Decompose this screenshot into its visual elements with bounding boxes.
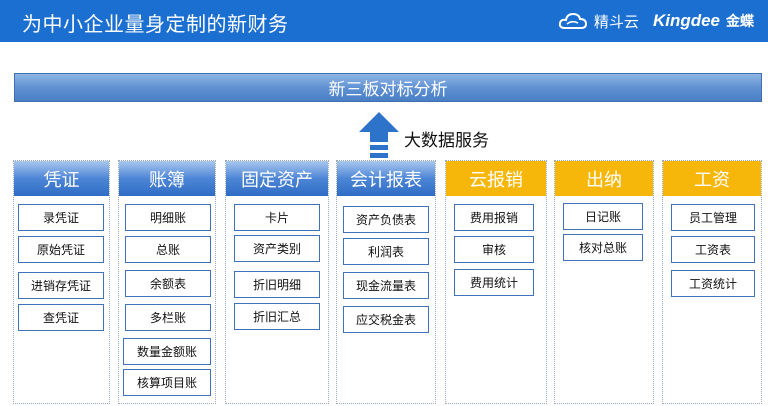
column-header: 会计报表 — [337, 161, 435, 196]
module-item[interactable]: 折旧汇总 — [234, 303, 320, 330]
module-item[interactable]: 总账 — [125, 236, 211, 263]
column-header: 云报销 — [446, 161, 546, 196]
module-item[interactable]: 应交税金表 — [343, 306, 429, 333]
column-header: 工资 — [663, 161, 761, 196]
module-item[interactable]: 工资表 — [671, 236, 755, 263]
module-item[interactable]: 工资统计 — [671, 270, 755, 297]
column-voucher: 凭证 录凭证 原始凭证 进销存凭证 查凭证 — [13, 160, 110, 404]
column-cashier: 出纳 日记账 核对总账 — [554, 160, 654, 404]
column-cloud-expense: 云报销 费用报销 审核 费用统计 — [445, 160, 547, 404]
module-item[interactable]: 核对总账 — [563, 234, 643, 261]
kingdee-cn-logo-text: 金蝶 — [726, 14, 754, 30]
module-item[interactable]: 费用报销 — [454, 204, 534, 231]
analysis-banner: 新三板对标分析 — [14, 73, 762, 102]
module-item[interactable]: 数量金额账 — [123, 338, 211, 365]
column-header: 固定资产 — [226, 161, 328, 196]
module-item[interactable]: 卡片 — [234, 204, 320, 231]
product-logo-text: 精斗云 — [593, 12, 639, 31]
module-item[interactable]: 多栏账 — [125, 304, 211, 331]
column-accounting-reports: 会计报表 资产负债表 利润表 现金流量表 应交税金表 — [336, 160, 436, 404]
module-item[interactable]: 资产负债表 — [343, 206, 429, 233]
module-item[interactable]: 费用统计 — [454, 269, 534, 296]
cloud-icon — [558, 12, 587, 29]
module-item[interactable]: 明细账 — [125, 204, 211, 231]
column-payroll: 工资 员工管理 工资表 工资统计 — [662, 160, 762, 404]
module-item[interactable]: 余额表 — [125, 270, 211, 297]
module-item[interactable]: 日记账 — [563, 203, 643, 230]
brand-logos: 精斗云 Kingdee 金蝶 — [558, 10, 754, 32]
module-item[interactable]: 原始凭证 — [18, 236, 104, 263]
big-data-label: 大数据服务 — [404, 131, 489, 151]
module-item[interactable]: 员工管理 — [671, 204, 755, 231]
page-title: 为中小企业量身定制的新财务 — [22, 12, 289, 36]
module-item[interactable]: 核算项目账 — [123, 369, 211, 396]
banner-label: 新三板对标分析 — [328, 80, 448, 100]
module-item[interactable]: 进销存凭证 — [18, 272, 104, 299]
up-arrow-icon — [359, 112, 399, 158]
module-item[interactable]: 利润表 — [343, 238, 429, 265]
module-item[interactable]: 审核 — [454, 236, 534, 263]
column-fixed-assets: 固定资产 卡片 资产类别 折旧明细 折旧汇总 — [225, 160, 329, 404]
module-item[interactable]: 现金流量表 — [343, 272, 429, 299]
column-ledger: 账簿 明细账 总账 余额表 多栏账 数量金额账 核算项目账 — [118, 160, 216, 404]
module-item[interactable]: 折旧明细 — [234, 271, 320, 298]
column-header: 账簿 — [119, 161, 215, 196]
module-item[interactable]: 资产类别 — [234, 235, 320, 262]
kingdee-logo-text: Kingdee — [652, 11, 720, 30]
column-header: 凭证 — [14, 161, 109, 196]
module-item[interactable]: 查凭证 — [18, 304, 104, 331]
column-header: 出纳 — [555, 161, 653, 196]
module-item[interactable]: 录凭证 — [18, 204, 104, 231]
header-bar: 为中小企业量身定制的新财务 精斗云 Kingdee 金蝶 — [0, 0, 768, 42]
